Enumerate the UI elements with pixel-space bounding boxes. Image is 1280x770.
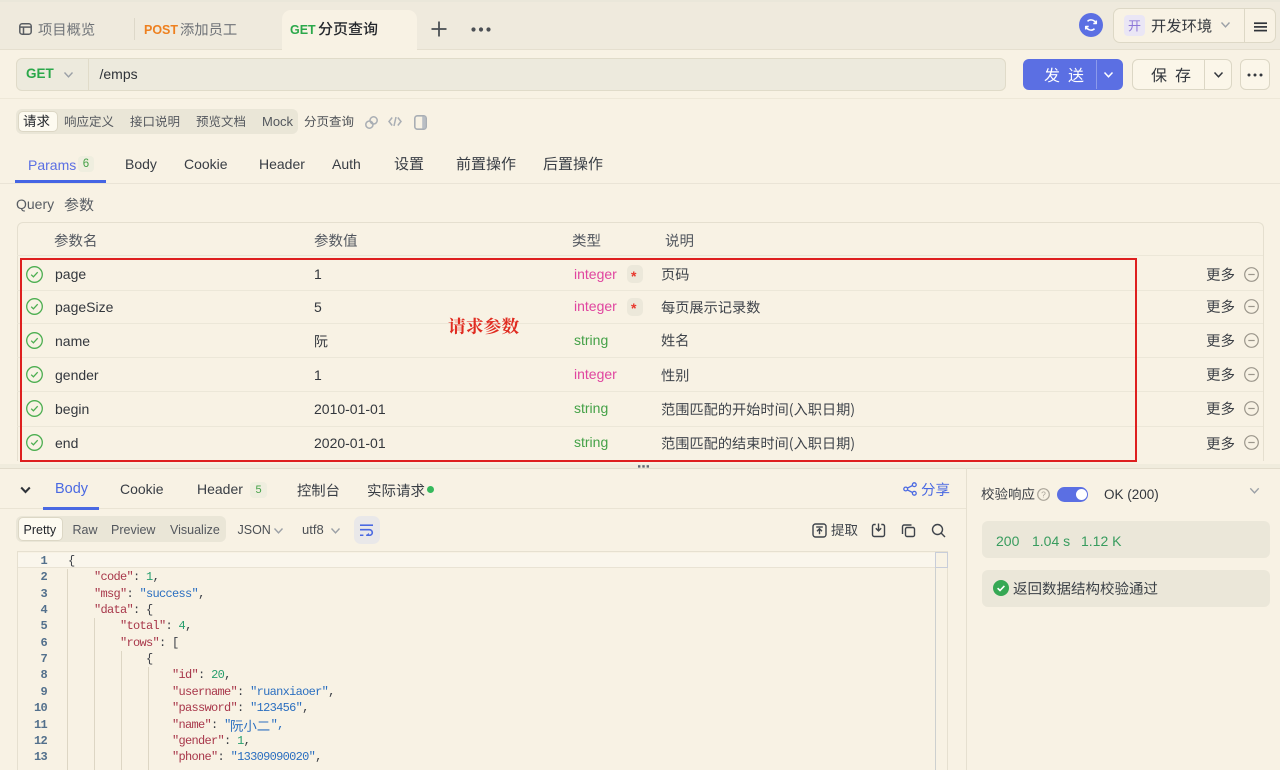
svg-text:?: ? [1041, 489, 1046, 499]
